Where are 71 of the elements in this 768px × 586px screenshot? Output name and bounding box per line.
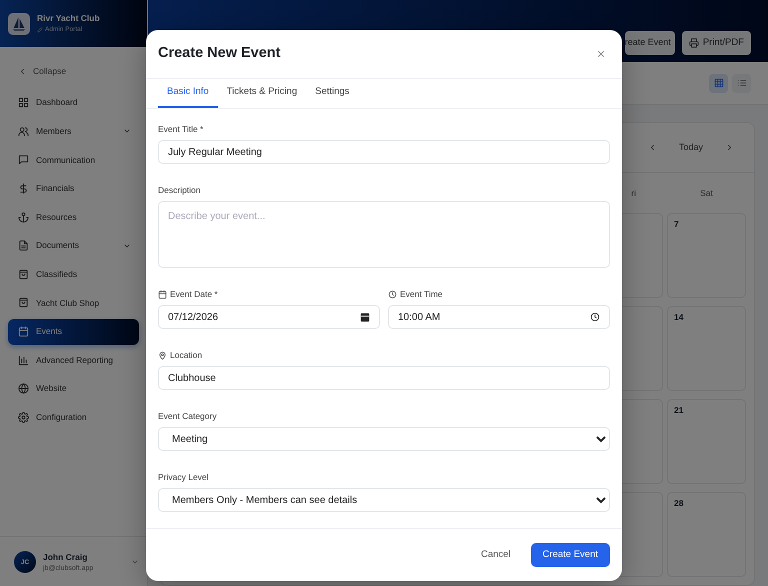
sidebar-item[interactable]: Advanced Reporting <box>8 347 139 374</box>
tab[interactable]: Basic Info <box>158 79 218 108</box>
chevron-left-icon <box>18 66 27 76</box>
settings-icon <box>18 412 29 423</box>
sidebar-item[interactable]: Financials <box>8 176 139 202</box>
clock-icon <box>590 312 600 322</box>
clock-icon <box>388 290 397 299</box>
bar-chart-icon <box>18 354 29 366</box>
title-field[interactable]: July Regular Meeting <box>158 140 610 164</box>
dropdown[interactable]: Meeting <box>158 427 610 451</box>
dollar-icon <box>18 183 29 194</box>
sidebar-item[interactable]: Dashboard <box>8 90 139 116</box>
day-cell[interactable]: 14 <box>667 306 746 391</box>
chat-icon <box>18 154 29 166</box>
grid-icon <box>714 78 724 88</box>
field-label: Event Date * <box>170 288 218 301</box>
close-icon <box>596 49 606 59</box>
sidebar-item[interactable]: Resources <box>8 204 139 230</box>
create-event-button[interactable]: reate Event <box>624 31 675 55</box>
chevron-right-icon <box>725 143 734 152</box>
cancel-button[interactable]: Cancel <box>474 548 517 562</box>
sidebar-item[interactable]: Website <box>8 376 139 402</box>
dialog-title: Create New Event <box>158 45 280 63</box>
field-label: Event Time <box>400 288 443 301</box>
sidebar-item[interactable]: Communication <box>8 146 139 173</box>
sidebar-item[interactable]: Events <box>8 318 139 344</box>
field-label: Privacy Level <box>158 472 210 483</box>
tab[interactable]: Settings <box>306 79 358 108</box>
tab[interactable]: Tickets & Pricing <box>218 79 306 108</box>
sidebar-item[interactable]: Members <box>8 118 139 144</box>
printer-icon <box>688 38 699 48</box>
document-icon <box>18 240 29 252</box>
weekday-header: ri <box>630 186 637 200</box>
bag-icon <box>18 297 29 308</box>
list-icon <box>736 78 746 88</box>
bag-icon <box>18 268 29 280</box>
date-field[interactable]: 07/12/2026 <box>158 305 380 329</box>
list-view-button[interactable] <box>732 74 751 93</box>
field-label: Event Category <box>158 411 218 422</box>
calendar-icon <box>158 290 167 299</box>
field-label: Description <box>158 185 202 196</box>
dashboard-icon <box>18 97 29 108</box>
grid-view-button[interactable] <box>709 74 728 93</box>
anchor-icon <box>18 212 29 223</box>
sidebar-item[interactable]: Configuration <box>8 404 139 430</box>
field-label: Location <box>170 349 202 362</box>
weekday-header: Sat <box>699 186 714 200</box>
calendar-icon <box>360 312 370 322</box>
sidebar-item[interactable]: Classifieds <box>8 261 139 288</box>
day-cell[interactable]: 21 <box>667 399 746 484</box>
day-cell[interactable]: 7 <box>667 213 746 298</box>
today-button[interactable]: Today <box>674 140 707 154</box>
users-icon <box>18 126 29 137</box>
location-field[interactable]: Clubhouse <box>158 366 610 390</box>
globe-icon <box>18 383 29 394</box>
day-cell[interactable]: 28 <box>667 492 746 577</box>
create-event-button[interactable]: Create Event <box>530 543 610 567</box>
pin-icon <box>158 351 167 360</box>
time-field[interactable]: 10:00 AM <box>388 305 610 329</box>
calendar-icon <box>18 326 29 337</box>
pen-icon <box>37 26 43 33</box>
club-name: Rivr Yacht Club <box>37 12 100 25</box>
user-name: John Craig <box>43 550 88 564</box>
collapse-button[interactable]: Collapse <box>18 65 66 78</box>
sidebar-item[interactable]: Yacht Club Shop <box>8 290 139 316</box>
dropdown[interactable]: Members Only - Members can see details <box>158 488 610 512</box>
field-label: Event Title * <box>158 124 204 135</box>
print-button[interactable]: Print/PDF <box>682 31 751 55</box>
description-field[interactable]: Describe your event... <box>158 201 610 268</box>
sidebar-item[interactable]: Documents <box>8 232 139 259</box>
sailboat-logo <box>8 12 30 34</box>
